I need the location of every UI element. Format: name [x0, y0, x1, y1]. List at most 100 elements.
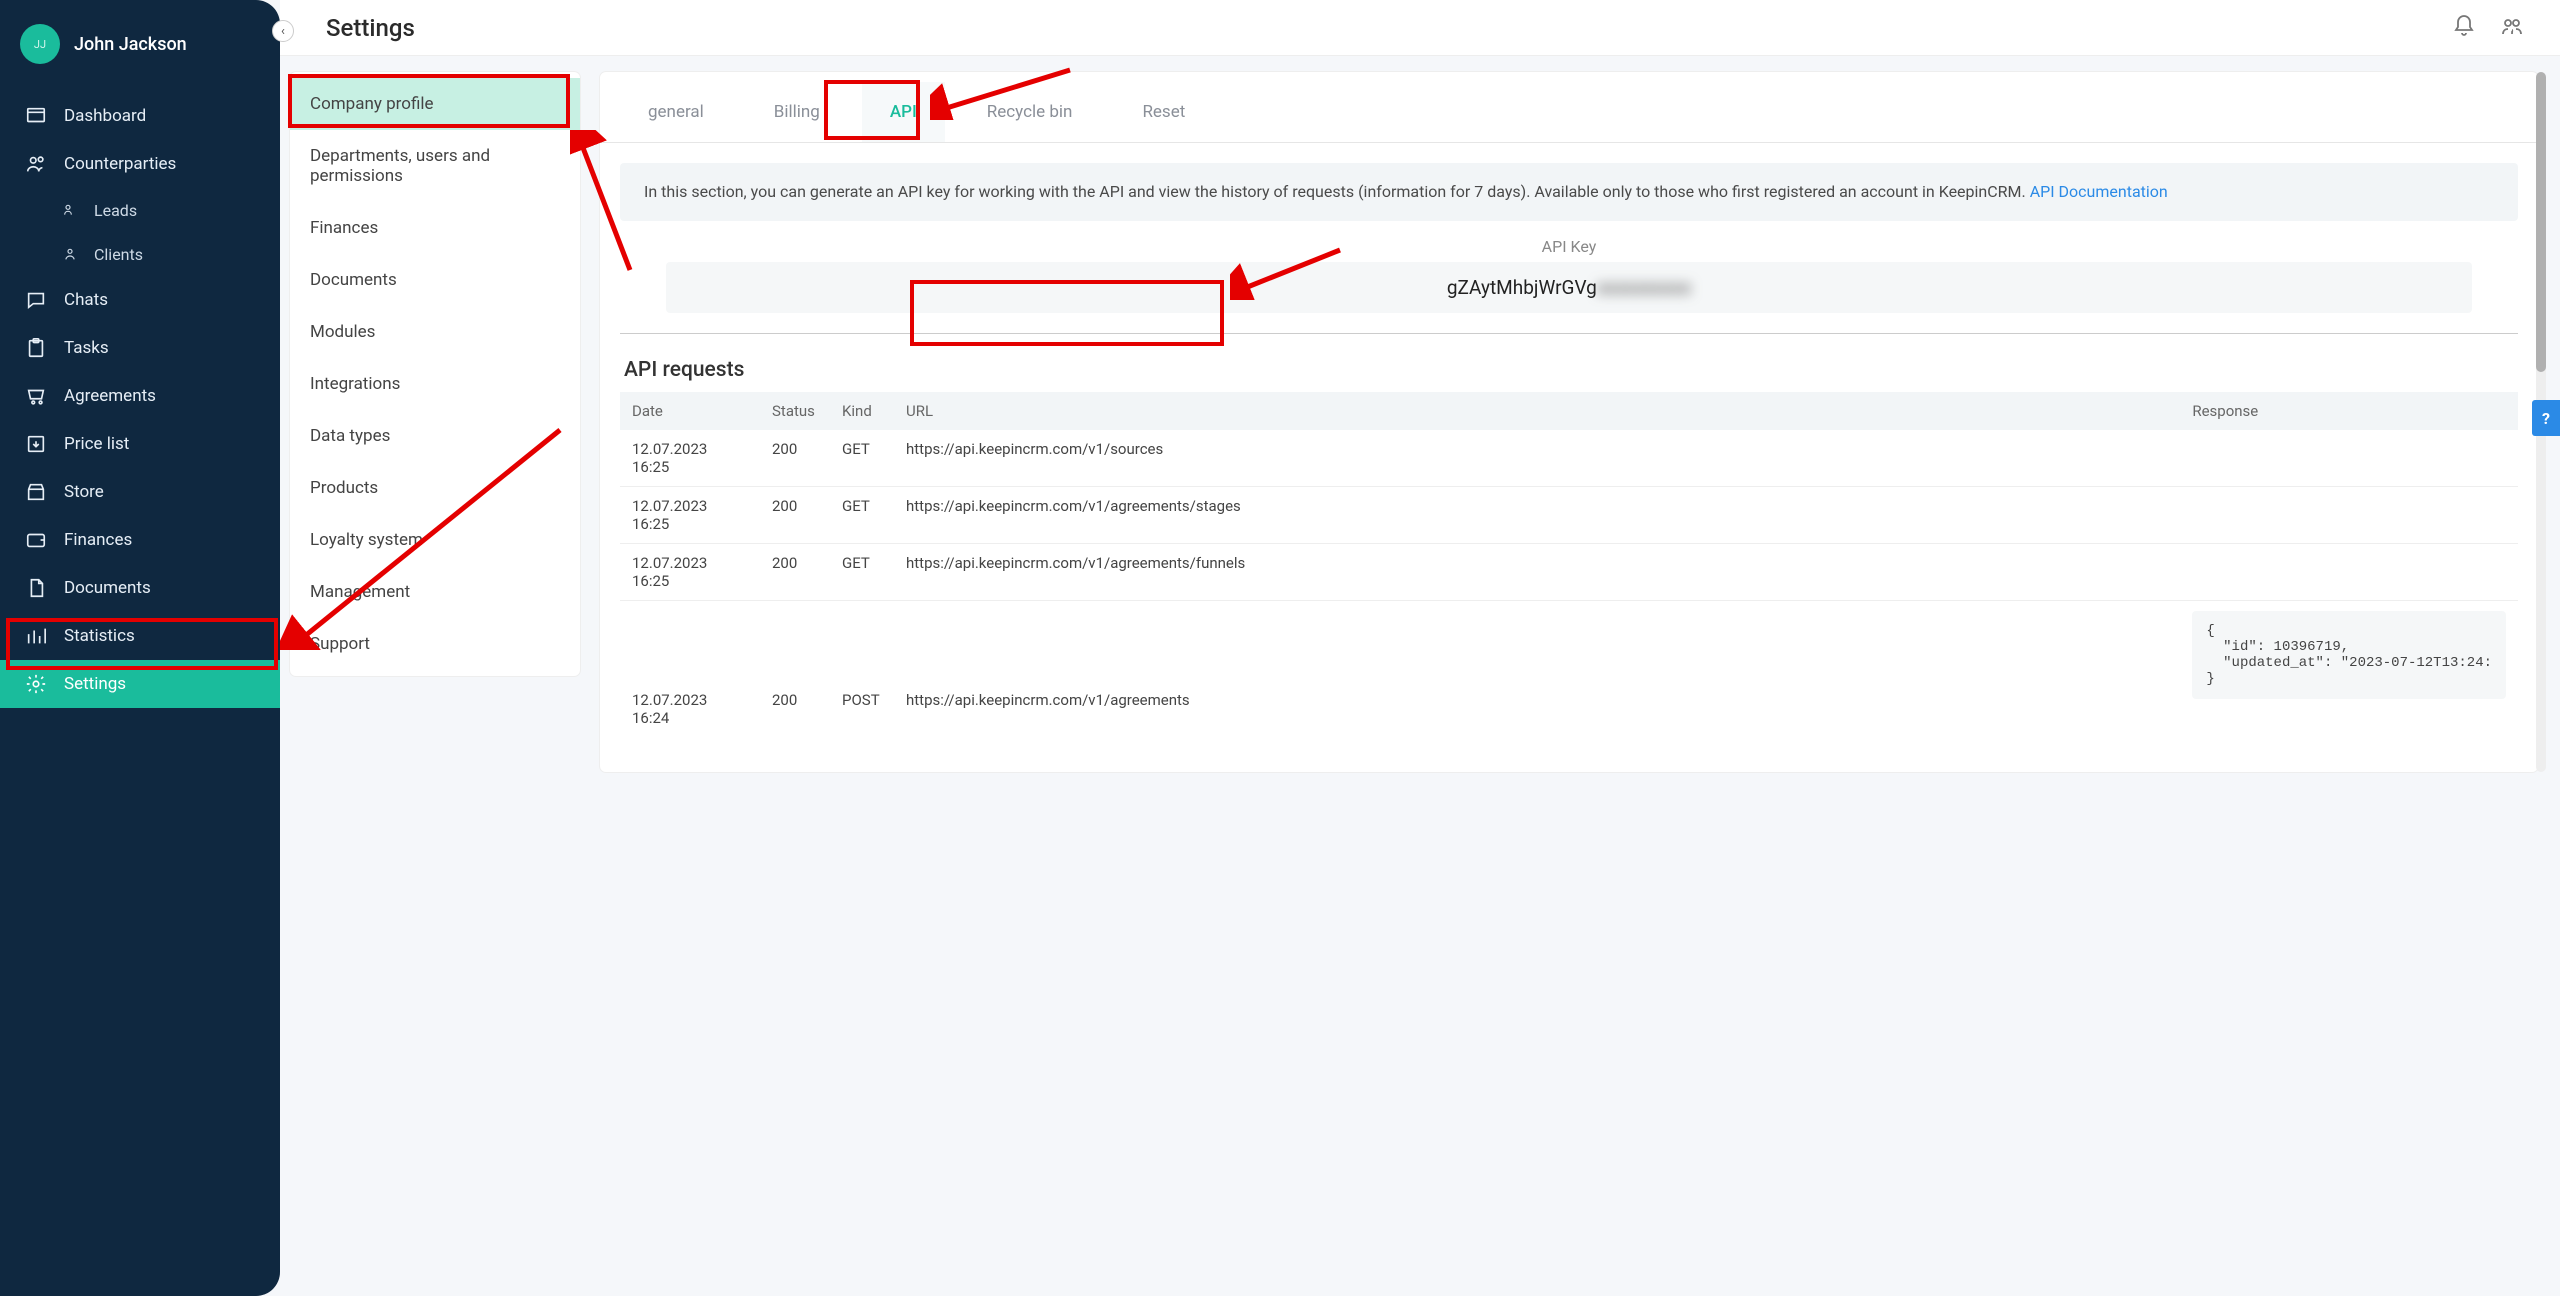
table-row: 12.07.2023 16:25200GEThttps://api.keepin…	[620, 486, 2518, 543]
api-requests-title: API requests	[620, 358, 2518, 382]
cell-date: 12.07.2023 16:25	[620, 543, 760, 600]
nav-pricelist[interactable]: Price list	[0, 420, 280, 468]
settings-company-profile[interactable]: Company profile	[290, 78, 580, 130]
chat-icon	[24, 288, 48, 312]
tab-general[interactable]: general	[620, 82, 732, 142]
nav-dashboard[interactable]: Dashboard	[0, 92, 280, 140]
nav-label: Store	[64, 482, 104, 502]
cell-url: https://api.keepincrm.com/v1/agreements/…	[894, 543, 2180, 600]
dashboard-icon	[24, 104, 48, 128]
cell-kind: GET	[830, 486, 894, 543]
settings-management[interactable]: Management	[290, 566, 580, 618]
bell-icon[interactable]	[2452, 14, 2476, 42]
cell-status: 200	[760, 543, 830, 600]
col-date: Date	[620, 392, 760, 430]
cart-icon	[24, 384, 48, 408]
cell-kind: GET	[830, 543, 894, 600]
col-status: Status	[760, 392, 830, 430]
settings-documents[interactable]: Documents	[290, 254, 580, 306]
main-content: general Billing API Recycle bin Reset In…	[600, 72, 2538, 772]
tab-recyclebin[interactable]: Recycle bin	[959, 82, 1101, 142]
nav-label: Price list	[64, 434, 129, 454]
gear-icon	[24, 672, 48, 696]
nav-list: Dashboard Counterparties Leads Clients C…	[0, 92, 280, 708]
user-block[interactable]: JJ John Jackson	[0, 10, 280, 78]
scrollbar-thumb[interactable]	[2536, 72, 2546, 372]
nav-counterparties[interactable]: Counterparties	[0, 140, 280, 188]
header: Settings	[280, 0, 2560, 56]
sidebar: JJ John Jackson Dashboard Counterparties…	[0, 0, 280, 1296]
nav-label: Settings	[64, 674, 126, 694]
team-icon[interactable]	[2500, 14, 2524, 42]
cell-response: { "id": 10396719, "updated_at": "2023-07…	[2180, 600, 2518, 737]
header-actions	[2452, 14, 2524, 42]
cell-date: 12.07.2023 16:25	[620, 430, 760, 487]
nav-label: Chats	[64, 290, 108, 310]
settings-loyalty[interactable]: Loyalty system	[290, 514, 580, 566]
api-requests-section: API requests Date Status Kind URL Respon…	[620, 358, 2518, 737]
cell-date: 12.07.2023 16:25	[620, 486, 760, 543]
store-icon	[24, 480, 48, 504]
divider	[620, 333, 2518, 334]
table-header-row: Date Status Kind URL Response	[620, 392, 2518, 430]
api-doc-link[interactable]: API Documentation	[2030, 182, 2168, 201]
settings-submenu: Company profile Departments, users and p…	[290, 72, 580, 676]
cell-status: 200	[760, 600, 830, 737]
cell-url: https://api.keepincrm.com/v1/agreements/…	[894, 486, 2180, 543]
nav-label: Agreements	[64, 386, 156, 406]
wallet-icon	[24, 528, 48, 552]
col-response: Response	[2180, 392, 2518, 430]
nav-settings[interactable]: Settings	[0, 660, 280, 708]
nav-finances[interactable]: Finances	[0, 516, 280, 564]
settings-modules[interactable]: Modules	[290, 306, 580, 358]
api-requests-table: Date Status Kind URL Response 12.07.2023…	[620, 392, 2518, 737]
api-key-visible: gZAytMhbjWrGVg	[1447, 276, 1597, 299]
nav-label: Finances	[64, 530, 132, 550]
nav-label: Dashboard	[64, 106, 146, 126]
cell-response	[2180, 543, 2518, 600]
cell-kind: GET	[830, 430, 894, 487]
tab-reset[interactable]: Reset	[1114, 82, 1213, 142]
clients-icon	[58, 242, 82, 266]
nav-label: Counterparties	[64, 154, 176, 174]
nav-leads[interactable]: Leads	[0, 188, 280, 232]
nav-label: Documents	[64, 578, 151, 598]
settings-integrations[interactable]: Integrations	[290, 358, 580, 410]
nav-clients[interactable]: Clients	[0, 232, 280, 276]
col-kind: Kind	[830, 392, 894, 430]
settings-departments[interactable]: Departments, users and permissions	[290, 130, 580, 202]
api-key-field[interactable]: gZAytMhbjWrGVgxxxxxxxxxx	[666, 262, 2472, 313]
settings-datatypes[interactable]: Data types	[290, 410, 580, 462]
cell-kind: POST	[830, 600, 894, 737]
col-url: URL	[894, 392, 2180, 430]
leads-icon	[58, 198, 82, 222]
cell-response	[2180, 486, 2518, 543]
documents-icon	[24, 576, 48, 600]
tab-billing[interactable]: Billing	[746, 82, 848, 142]
tab-api[interactable]: API	[862, 82, 945, 142]
settings-support[interactable]: Support	[290, 618, 580, 670]
info-banner: In this section, you can generate an API…	[620, 163, 2518, 221]
cell-response	[2180, 430, 2518, 487]
nav-agreements[interactable]: Agreements	[0, 372, 280, 420]
help-tab[interactable]: ?	[2532, 400, 2560, 436]
table-row: 12.07.2023 16:24200POSThttps://api.keepi…	[620, 600, 2518, 737]
page-title: Settings	[326, 14, 415, 42]
table-row: 12.07.2023 16:25200GEThttps://api.keepin…	[620, 543, 2518, 600]
settings-products[interactable]: Products	[290, 462, 580, 514]
api-key-label: API Key	[620, 237, 2518, 256]
cell-status: 200	[760, 430, 830, 487]
banner-text: In this section, you can generate an API…	[644, 182, 2030, 201]
nav-store[interactable]: Store	[0, 468, 280, 516]
sidebar-collapse-toggle[interactable]: ‹	[272, 20, 294, 42]
chart-icon	[24, 624, 48, 648]
nav-label: Leads	[94, 201, 137, 220]
tabs: general Billing API Recycle bin Reset	[600, 82, 2538, 143]
nav-chats[interactable]: Chats	[0, 276, 280, 324]
nav-documents[interactable]: Documents	[0, 564, 280, 612]
nav-statistics[interactable]: Statistics	[0, 612, 280, 660]
pricelist-icon	[24, 432, 48, 456]
nav-tasks[interactable]: Tasks	[0, 324, 280, 372]
nav-label: Statistics	[64, 626, 135, 646]
settings-finances[interactable]: Finances	[290, 202, 580, 254]
